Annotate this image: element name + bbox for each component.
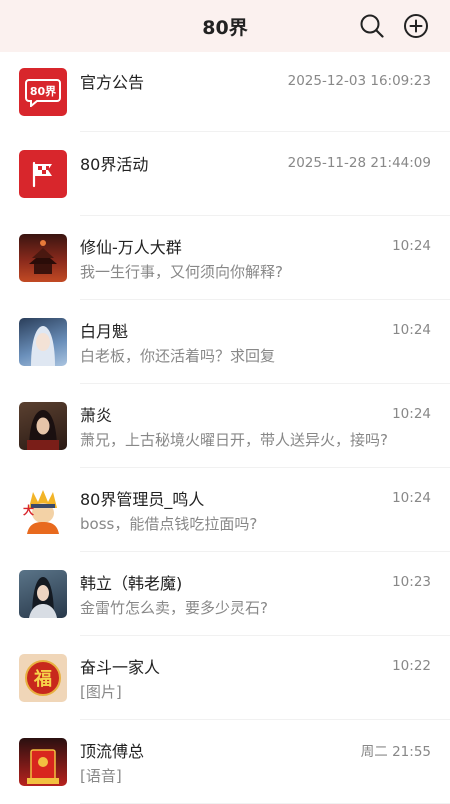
red-packet-avatar (19, 738, 67, 786)
top-bar: 80界 (0, 0, 450, 52)
svg-text:大: 大 (23, 503, 34, 517)
brand-logo-icon: 80界 (19, 68, 67, 116)
conversation-time: 10:24 (392, 322, 431, 338)
conversation-name: 萧炎 (80, 406, 113, 425)
conversation-time: 2025-12-03 16:09:23 (287, 72, 431, 89)
conversation-time: 10:24 (392, 238, 431, 254)
conversation-name: 官方公告 (80, 72, 145, 92)
header-actions (358, 0, 430, 52)
conversation-preview: 白老板，你还活着吗？求回复 (80, 347, 276, 365)
conversation-item[interactable]: 萧炎 10:24 萧兄，上古秘境火曜日开，带人送异火，接吗? (0, 384, 450, 468)
conversation-item[interactable]: 福 奋斗一家人 10:22 [图片] (0, 636, 450, 720)
conversation-time: 10:22 (392, 658, 431, 674)
svg-text:福: 福 (33, 668, 52, 690)
conversation-time: 10:24 (392, 406, 431, 422)
conversation-time: 10:23 (392, 574, 431, 590)
warrior-avatar (19, 402, 67, 450)
conversation-time: 10:24 (392, 490, 431, 506)
conversation-item[interactable]: 顶流傅总 周二 21:55 [语音] (0, 720, 450, 804)
ninja-avatar: 大 (19, 486, 67, 534)
conversation-name: 奋斗一家人 (80, 658, 161, 677)
conversation-item[interactable]: 韩立（韩老魔) 10:23 金雷竹怎么卖，要多少灵石? (0, 552, 450, 636)
conversation-name: 韩立（韩老魔) (80, 574, 183, 593)
palace-avatar (19, 234, 67, 282)
conversation-item[interactable]: 80界 官方公告 2025-12-03 16:09:23 (0, 52, 450, 132)
add-circle-icon[interactable] (402, 12, 430, 40)
cultivator-avatar (19, 570, 67, 618)
conversation-preview: 我一生行事，又何须向你解释? (80, 263, 283, 281)
conversation-list: 80界 官方公告 2025-12-03 16:09:23 80界活动 2025-… (0, 52, 450, 804)
conversation-preview: 萧兄，上古秘境火曜日开，带人送异火，接吗? (80, 431, 388, 449)
conversation-name: 顶流傅总 (80, 742, 145, 761)
conversation-item[interactable]: 80界活动 2025-11-28 21:44:09 (0, 132, 450, 216)
search-icon[interactable] (358, 12, 386, 40)
conversation-preview: boss，能借点钱吃拉面吗? (80, 515, 258, 533)
page-title: 80界 (202, 16, 248, 39)
svg-text:80界: 80界 (30, 85, 56, 98)
conversation-preview: [图片] (80, 683, 122, 701)
fortune-avatar: 福 (19, 654, 67, 702)
conversation-item[interactable]: 修仙-万人大群 10:24 我一生行事，又何须向你解释? (0, 216, 450, 300)
conversation-time: 2025-11-28 21:44:09 (287, 154, 431, 171)
flag-icon (19, 150, 67, 198)
conversation-time: 周二 21:55 (360, 744, 431, 760)
white-hair-woman-avatar (19, 318, 67, 366)
conversation-name: 修仙-万人大群 (80, 238, 182, 257)
conversation-name: 80界活动 (80, 154, 149, 174)
conversation-preview: [语音] (80, 767, 122, 785)
conversation-name: 80界管理员_鸣人 (80, 490, 205, 509)
conversation-item[interactable]: 白月魁 10:24 白老板，你还活着吗？求回复 (0, 300, 450, 384)
conversation-name: 白月魁 (80, 322, 129, 341)
conversation-item[interactable]: 大 80界管理员_鸣人 10:24 boss，能借点钱吃拉面吗? (0, 468, 450, 552)
conversation-preview: 金雷竹怎么卖，要多少灵石? (80, 599, 268, 617)
